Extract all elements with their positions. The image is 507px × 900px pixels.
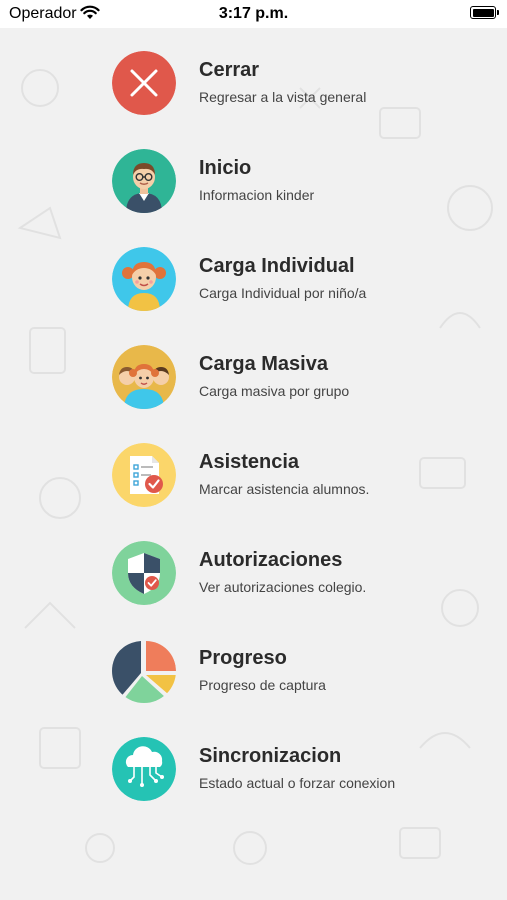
menu-item-inicio[interactable]: Inicio Informacion kinder bbox=[112, 149, 442, 213]
menu-item-progreso[interactable]: Progreso Progreso de captura bbox=[112, 639, 442, 703]
menu-item-subtitle: Regresar a la vista general bbox=[199, 89, 367, 105]
menu-item-title: Inicio bbox=[199, 157, 252, 179]
menu-item-title: Progreso bbox=[199, 647, 287, 669]
menu-item-title: Autorizaciones bbox=[199, 549, 343, 571]
attendance-checklist-icon bbox=[112, 443, 176, 507]
shield-check-icon bbox=[112, 541, 176, 605]
cloud-sync-icon bbox=[112, 737, 176, 801]
menu-item-subtitle: Estado actual o forzar conexion bbox=[199, 775, 396, 791]
battery-icon bbox=[470, 6, 499, 19]
menu-item-subtitle: Informacion kinder bbox=[199, 187, 315, 203]
menu-item-subtitle: Marcar asistencia alumnos. bbox=[199, 481, 370, 497]
girl-avatar-icon bbox=[112, 247, 176, 311]
menu-item-subtitle: Ver autorizaciones colegio. bbox=[199, 579, 367, 595]
status-time: 3:17 p.m. bbox=[218, 5, 289, 22]
menu-item-title: Sincronizacion bbox=[199, 745, 342, 767]
pie-chart-icon bbox=[112, 639, 176, 703]
menu-item-subtitle: Progreso de captura bbox=[199, 677, 326, 693]
menu-item-subtitle: Carga masiva por grupo bbox=[199, 383, 350, 399]
teacher-avatar-icon bbox=[112, 149, 176, 213]
menu-item-carga-individual[interactable]: Carga Individual Carga Individual por ni… bbox=[112, 247, 442, 311]
menu-item-carga-masiva[interactable]: Carga Masiva Carga masiva por grupo bbox=[112, 345, 442, 409]
menu-item-autorizaciones[interactable]: Autorizaciones Ver autorizaciones colegi… bbox=[112, 541, 442, 605]
status-bar: Operador 3:17 p.m. bbox=[0, 0, 507, 28]
menu-item-asistencia[interactable]: Asistencia Marcar asistencia alumnos. bbox=[112, 443, 442, 507]
menu-item-title: Cerrar bbox=[199, 59, 260, 81]
menu-item-sincronizacion[interactable]: Sincronizacion Estado actual o forzar co… bbox=[112, 737, 442, 801]
menu-item-cerrar[interactable]: Cerrar Regresar a la vista general bbox=[112, 51, 442, 115]
close-icon bbox=[112, 51, 176, 115]
children-group-icon bbox=[112, 345, 176, 409]
menu-item-title: Asistencia bbox=[199, 451, 300, 473]
menu-item-title: Carga Individual bbox=[199, 255, 355, 277]
menu-item-title: Carga Masiva bbox=[199, 353, 328, 375]
menu-item-subtitle: Carga Individual por niño/a bbox=[199, 285, 367, 301]
